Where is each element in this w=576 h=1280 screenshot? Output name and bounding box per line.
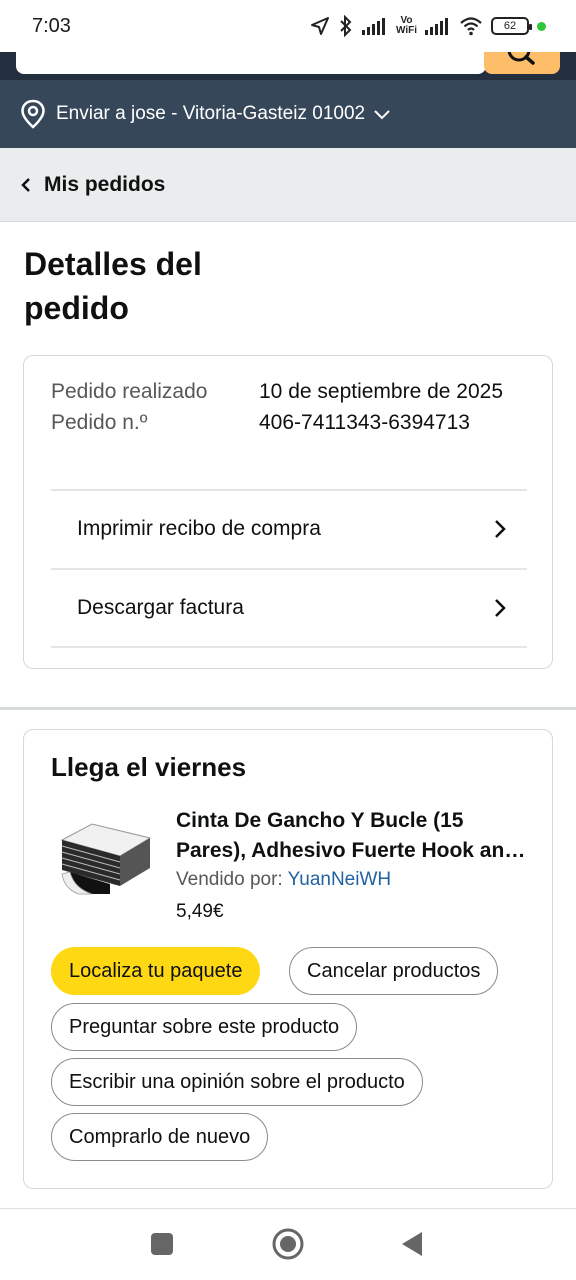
deliver-to-bar[interactable]: Enviar a jose - Vitoria-Gasteiz 01002	[0, 80, 576, 148]
back-button[interactable]	[394, 1226, 430, 1262]
vowifi-bottom: WiFi	[395, 25, 417, 36]
cancel-items-button[interactable]: Cancelar productos	[289, 947, 499, 995]
order-summary-labels: Pedido realizado Pedido n.º	[51, 376, 251, 438]
signal-icon	[361, 18, 385, 35]
section-separator	[0, 707, 576, 710]
breadcrumb-label: Mis pedidos	[44, 172, 166, 196]
order-number: 406-7411343-6394713	[259, 411, 470, 434]
order-summary-card: Pedido realizado Pedido n.º 10 de septie…	[23, 355, 553, 669]
status-bar: 7:03 Vo WiFi 62	[0, 0, 576, 52]
green-dot-icon	[537, 21, 546, 31]
search-icon	[507, 52, 535, 65]
signal-icon	[425, 18, 448, 35]
chevron-right-icon	[495, 520, 506, 538]
back-to-orders-link[interactable]: Mis pedidos	[0, 148, 576, 222]
home-circle-icon	[272, 1228, 304, 1260]
status-time: 7:03	[32, 14, 71, 37]
print-receipt-link[interactable]: Imprimir recibo de compra	[51, 490, 527, 568]
chevron-right-icon	[495, 599, 506, 617]
status-icons: Vo WiFi 62	[310, 15, 546, 37]
order-placed-label: Pedido realizado	[51, 380, 208, 403]
search-button[interactable]	[484, 52, 560, 74]
wifi-icon	[460, 17, 482, 36]
print-receipt-label: Imprimir recibo de compra	[77, 517, 321, 540]
write-review-button[interactable]: Escribir una opinión sobre el producto	[51, 1058, 423, 1106]
bluetooth-icon	[340, 15, 352, 37]
order-summary-values: 10 de septiembre de 2025 406-7411343-639…	[259, 376, 529, 438]
recents-button[interactable]	[144, 1226, 180, 1262]
location-pin-icon	[21, 99, 45, 129]
track-package-button[interactable]: Localiza tu paquete	[51, 947, 261, 995]
back-triangle-icon	[402, 1232, 422, 1256]
order-date: 10 de septiembre de 2025	[259, 380, 504, 403]
download-invoice-label: Descargar factura	[77, 596, 244, 619]
divider	[51, 646, 527, 648]
seller-link[interactable]: YuanNeiWH	[288, 869, 392, 890]
buy-again-button[interactable]: Comprarlo de nuevo	[51, 1113, 269, 1161]
seller-label: Vendido por:	[176, 869, 288, 890]
shipment-card: Llega el viernes Cinta De Gancho Y Bucle…	[23, 729, 553, 1189]
delivery-status: Llega el viernes	[51, 752, 247, 782]
product-image[interactable]	[52, 810, 152, 910]
order-number-label: Pedido n.º	[51, 411, 148, 434]
page-title: Detalles del pedido	[24, 246, 202, 326]
search-input[interactable]	[16, 52, 486, 74]
location-arrow-icon	[310, 17, 329, 35]
product-title-link[interactable]: Cinta De Gancho Y Bucle (15 Pares), Adhe…	[176, 806, 528, 866]
recents-square-icon	[151, 1233, 173, 1255]
chevron-down-icon	[374, 110, 390, 120]
vowifi-icon: Vo WiFi	[396, 16, 417, 36]
search-strip	[0, 52, 576, 80]
seller-line: Vendido por: YuanNeiWH	[176, 869, 391, 891]
ask-product-question-button[interactable]: Preguntar sobre este producto	[51, 1003, 358, 1051]
battery-icon: 62	[491, 17, 532, 35]
deliver-to-text: Enviar a jose - Vitoria-Gasteiz 01002	[56, 103, 366, 124]
download-invoice-link[interactable]: Descargar factura	[51, 569, 527, 647]
chevron-left-icon	[21, 177, 30, 192]
product-price: 5,49€	[176, 901, 224, 922]
home-button[interactable]	[270, 1226, 306, 1262]
system-nav-bar	[0, 1208, 576, 1280]
